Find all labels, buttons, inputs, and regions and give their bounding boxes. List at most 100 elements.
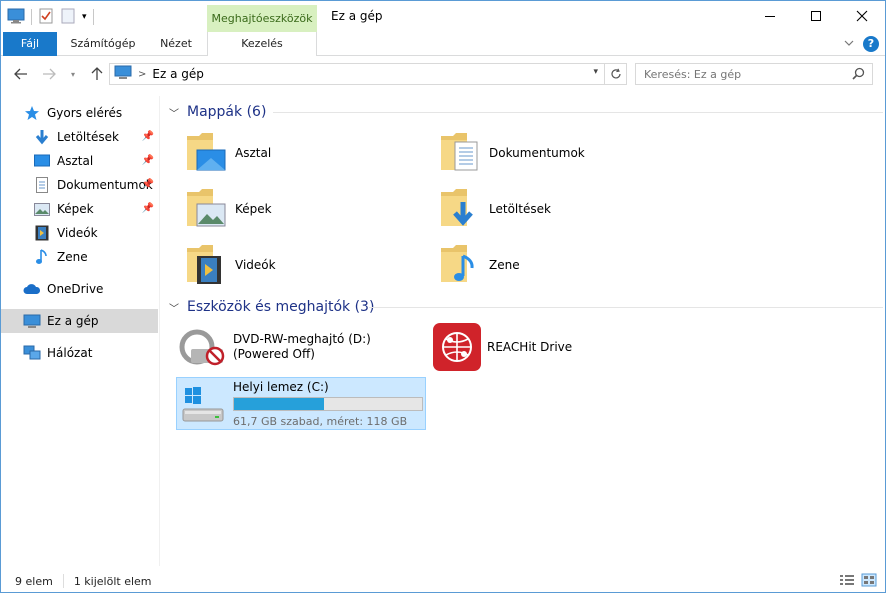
sidebar-item-label: Zene <box>57 250 88 264</box>
folder-label: Zene <box>489 258 520 272</box>
tab-computer[interactable]: Számítógép <box>63 32 143 56</box>
chevron-down-icon[interactable]: ﹀ <box>169 300 179 315</box>
view-switcher <box>839 573 877 590</box>
selected-count: 1 kijelölt elem <box>73 574 152 588</box>
group-title: Eszközök és meghajtók (3) <box>187 299 375 315</box>
folder-tile-pictures[interactable]: Képek <box>183 182 272 236</box>
sidebar-item-label: Asztal <box>57 154 94 168</box>
drive-usage-bar <box>233 396 423 411</box>
desktop-icon <box>33 153 51 169</box>
navigation-pane: Gyors elérés Letöltések 📌 Asztal 📌 Dokum… <box>1 96 160 566</box>
folder-downloads-icon <box>437 186 481 232</box>
close-icon <box>856 10 868 22</box>
sidebar-item-label: Ez a gép <box>47 314 99 328</box>
arrow-left-icon <box>14 68 27 80</box>
expand-ribbon-icon[interactable] <box>843 37 855 51</box>
sidebar-item-downloads[interactable]: Letöltések 📌 <box>1 125 158 149</box>
minimize-button[interactable] <box>747 1 793 31</box>
back-button[interactable] <box>11 65 31 83</box>
sidebar-item-quick-access[interactable]: Gyors elérés <box>1 101 158 125</box>
recent-locations-button[interactable]: ▾ <box>63 65 83 83</box>
pictures-icon <box>33 201 51 217</box>
sidebar-item-label: Gyors elérés <box>47 106 123 120</box>
drive-label: DVD-RW-meghajtó (D:)(Powered Off) <box>233 332 371 361</box>
sidebar-item-music[interactable]: Zene <box>1 245 158 269</box>
breadcrumb-separator[interactable]: > <box>138 69 146 80</box>
sidebar-item-videos[interactable]: Videók <box>1 221 158 245</box>
drive-label: REACHit Drive <box>487 340 573 354</box>
properties-icon[interactable] <box>38 8 54 27</box>
folder-tile-documents[interactable]: Dokumentumok <box>437 126 585 180</box>
details-view-icon[interactable] <box>839 573 855 590</box>
sidebar-item-this-pc[interactable]: Ez a gép <box>1 309 158 333</box>
tab-file[interactable]: Fájl <box>3 32 57 56</box>
dvd-drive-icon <box>177 325 225 369</box>
sidebar-item-documents[interactable]: Dokumentumok 📌 <box>1 173 158 197</box>
download-icon <box>33 129 51 145</box>
toolbar-separator <box>92 9 94 25</box>
folder-tile-downloads[interactable]: Letöltések <box>437 182 551 236</box>
folder-tile-desktop[interactable]: Asztal <box>183 126 271 180</box>
windows-drive-icon <box>181 382 225 426</box>
reachit-icon <box>433 323 481 371</box>
drive-info: Helyi lemez (C:) 61,7 GB szabad, méret: … <box>233 380 423 428</box>
toolbar-separator <box>31 9 32 25</box>
arrow-up-icon <box>91 67 103 80</box>
pin-icon[interactable]: 📌 <box>142 155 154 166</box>
up-button[interactable] <box>87 65 107 83</box>
maximize-button[interactable] <box>793 1 839 31</box>
sidebar-item-pictures[interactable]: Képek 📌 <box>1 197 158 221</box>
pin-icon[interactable]: 📌 <box>142 203 154 214</box>
address-row: ▾ > Ez a gép ▾ <box>1 57 885 91</box>
folder-music-icon <box>437 242 481 288</box>
address-bar[interactable]: > Ez a gép ▾ <box>109 63 605 85</box>
folders-group-header[interactable]: ﹀ Mappák (6) <box>169 102 885 122</box>
sidebar-item-label: Képek <box>57 202 94 216</box>
music-icon <box>33 249 51 265</box>
forward-button[interactable] <box>39 65 59 83</box>
context-tab-group: Meghajtóeszközök <box>207 5 317 32</box>
folder-label: Képek <box>235 202 272 216</box>
close-button[interactable] <box>839 1 885 31</box>
new-folder-icon[interactable] <box>60 8 76 27</box>
breadcrumb[interactable]: Ez a gép <box>152 67 203 81</box>
tab-manage[interactable]: Kezelés <box>207 32 317 56</box>
star-icon <box>23 105 41 121</box>
document-icon <box>33 177 51 193</box>
network-icon <box>23 345 41 361</box>
tab-view[interactable]: Nézet <box>151 32 201 56</box>
sidebar-item-label: Dokumentumok <box>57 178 153 192</box>
pin-icon[interactable]: 📌 <box>142 131 154 142</box>
folder-label: Videók <box>235 258 276 272</box>
sidebar-item-network[interactable]: Hálózat <box>1 341 158 365</box>
sidebar-item-label: OneDrive <box>47 282 104 296</box>
ribbon-controls: ? <box>843 36 879 52</box>
chevron-down-icon[interactable]: ▾ <box>593 67 598 77</box>
search-icon[interactable] <box>852 67 865 83</box>
customize-toolbar-icon[interactable]: ▾ <box>82 12 87 22</box>
folder-tile-videos[interactable]: Videók <box>183 238 276 292</box>
help-icon[interactable]: ? <box>863 36 879 52</box>
folder-label: Letöltések <box>489 202 551 216</box>
devices-group-header[interactable]: ﹀ Eszközök és meghajtók (3) <box>169 297 885 317</box>
drive-tile-reachit[interactable]: REACHit Drive <box>433 322 613 372</box>
drive-usage-fill <box>234 397 324 410</box>
maximize-icon <box>811 11 821 21</box>
content-pane: ﹀ Mappák (6) Asztal Dokumentumok Képek L… <box>161 96 885 566</box>
drive-tile-dvd[interactable]: DVD-RW-meghajtó (D:)(Powered Off) <box>177 322 427 372</box>
pin-icon[interactable]: 📌 <box>142 179 154 190</box>
large-icons-view-icon[interactable] <box>861 573 877 590</box>
refresh-button[interactable] <box>605 63 627 85</box>
folder-label: Dokumentumok <box>489 146 585 160</box>
folder-pictures-icon <box>183 186 227 232</box>
item-count: 9 elem <box>15 574 53 588</box>
group-title: Mappák (6) <box>187 104 267 120</box>
computer-icon[interactable] <box>7 8 25 27</box>
search-input[interactable] <box>635 63 873 85</box>
quick-access-toolbar: ▾ <box>7 6 94 28</box>
chevron-down-icon[interactable]: ﹀ <box>169 105 179 120</box>
sidebar-item-desktop[interactable]: Asztal 📌 <box>1 149 158 173</box>
folder-tile-music[interactable]: Zene <box>437 238 520 292</box>
sidebar-item-onedrive[interactable]: OneDrive <box>1 277 158 301</box>
drive-tile-c[interactable]: Helyi lemez (C:) 61,7 GB szabad, méret: … <box>176 377 426 430</box>
